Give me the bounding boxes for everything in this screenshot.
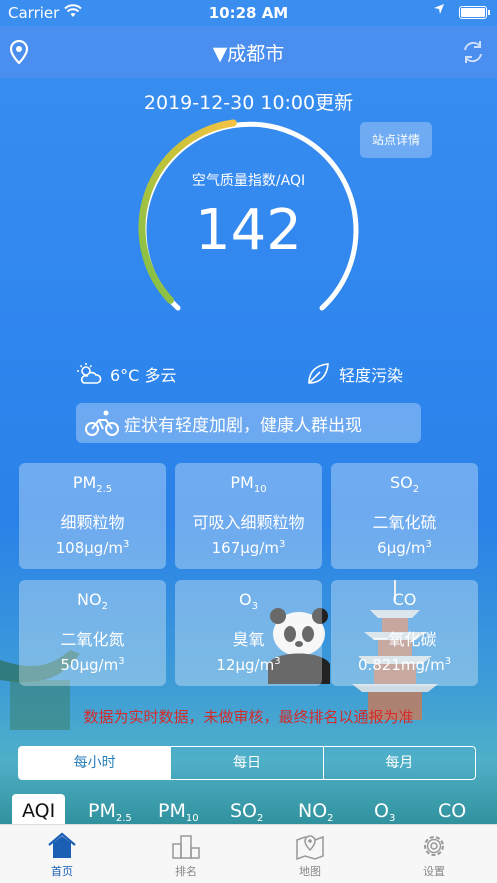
weather-text: 6°C 多云: [110, 366, 177, 385]
segment-daily[interactable]: 每日: [170, 747, 322, 779]
home-icon: [48, 832, 76, 858]
pollutant-symbol: SO: [389, 473, 413, 492]
pollutant-subscript: 2: [101, 601, 108, 612]
pollutant-subscript: 10: [253, 484, 267, 495]
tab-subscript: 2.5: [115, 813, 132, 824]
unit-superscript: 3: [279, 539, 286, 550]
pollutant-value: 108μg/m: [55, 539, 123, 557]
unit-superscript: 3: [444, 656, 452, 667]
tabbar-ranking[interactable]: 排名: [124, 825, 248, 883]
tabbar-label: 排名: [175, 865, 197, 878]
tabbar-label: 设置: [423, 865, 445, 878]
unit-superscript: 3: [118, 656, 125, 667]
tab-pm25[interactable]: PM2.5: [88, 800, 132, 824]
weather-info: 6°C 多云: [76, 360, 176, 388]
tabbar-settings[interactable]: 设置: [372, 825, 496, 883]
settings-icon: [424, 836, 444, 856]
bottom-tab-bar: 首页 排名 地图 设置: [0, 824, 497, 883]
segment-hourly[interactable]: 每小时: [19, 747, 171, 779]
pollution-level-text: 轻度污染: [339, 366, 404, 385]
tab-pm10[interactable]: PM10: [158, 800, 199, 824]
update-time: 2019-12-30 10:00更新: [143, 92, 354, 114]
tabbar-home[interactable]: 首页: [0, 825, 124, 883]
pollutant-symbol: O: [239, 590, 252, 609]
tab-subscript: 2: [327, 813, 334, 824]
pollutant-value: 50μg/m: [60, 656, 119, 674]
pollutant-name: 一氧化碳: [372, 630, 437, 649]
podium-icon: [172, 835, 200, 859]
station-details-button[interactable]: 站点详情: [360, 122, 432, 158]
pollutant-name: 二氧化氮: [60, 630, 125, 649]
tab-label: SO: [230, 800, 258, 822]
location-arrow-icon: [433, 3, 445, 19]
city-selector[interactable]: ▼成都市: [0, 39, 497, 66]
pollutant-symbol: PM: [72, 473, 97, 492]
pollutant-value: 6μg/m: [377, 539, 426, 557]
pollutant-card-co[interactable]: CO 一氧化碳 0.821mg/m3: [331, 580, 478, 686]
clock: 10:28 AM: [208, 4, 289, 22]
pollutant-value: 0.821mg/m: [357, 656, 445, 674]
tab-label: PM: [88, 800, 116, 822]
tab-so2[interactable]: SO2: [230, 800, 263, 824]
pollutant-name: 细颗粒物: [60, 513, 125, 532]
pollutant-subscript: 2: [412, 484, 420, 495]
tabbar-label: 首页: [51, 865, 73, 878]
pollutant-card-so2[interactable]: SO2 二氧化硫 6μg/m3: [331, 463, 478, 569]
tab-label: AQI: [22, 800, 56, 822]
refresh-icon[interactable]: [459, 38, 487, 66]
time-range-segmented-control: 每小时 每日 每月: [18, 746, 476, 780]
tab-subscript: 10: [185, 813, 199, 824]
pollutant-card-pm10[interactable]: PM10 可吸入细颗粒物 167μg/m3: [175, 463, 322, 569]
aqi-value: 142: [195, 198, 302, 263]
unit-superscript: 3: [425, 539, 432, 550]
tab-aqi[interactable]: AQI: [12, 794, 66, 826]
pollutant-card-o3[interactable]: O3 臭氧 12μg/m3: [175, 580, 322, 686]
unit-superscript: 3: [123, 539, 130, 550]
data-disclaimer: 数据为实时数据，未做审核，最终排名以通报为准: [83, 708, 414, 726]
tab-co[interactable]: CO: [438, 800, 466, 822]
tab-label: NO: [298, 800, 328, 822]
pollutant-name: 二氧化硫: [372, 513, 437, 532]
partly-cloudy-icon: [77, 363, 102, 384]
tab-no2[interactable]: NO2: [298, 800, 334, 824]
tab-subscript: 2: [257, 813, 264, 824]
tab-o3[interactable]: O3: [374, 800, 395, 824]
cyclist-icon: [85, 410, 119, 436]
aqi-label: 空气质量指数/AQI: [191, 173, 306, 189]
segment-monthly[interactable]: 每月: [322, 747, 475, 779]
tab-label: PM: [158, 800, 186, 822]
tab-label: O: [374, 800, 389, 822]
pollutant-card-no2[interactable]: NO2 二氧化氮 50μg/m3: [19, 580, 166, 686]
leaf-icon: [308, 363, 329, 384]
pollutant-subscript: 3: [251, 601, 258, 612]
pollutant-name: 臭氧: [232, 630, 265, 649]
pollution-level: 轻度污染: [305, 360, 403, 388]
pollutant-card-pm25[interactable]: PM2.5 细颗粒物 108μg/m3: [19, 463, 166, 569]
pollutant-name: 可吸入细颗粒物: [192, 513, 305, 532]
pollutant-symbol: NO: [77, 590, 102, 609]
tab-subscript: 3: [388, 813, 396, 824]
pollutant-subscript: 2.5: [96, 484, 113, 495]
map-icon: [296, 835, 324, 860]
health-advice-text: 症状有轻度加剧，健康人群出现: [124, 415, 362, 436]
pollutant-symbol: CO: [392, 590, 417, 609]
tab-label: CO: [438, 800, 467, 822]
health-advice-banner: 症状有轻度加剧，健康人群出现: [76, 403, 421, 443]
tabbar-map[interactable]: 地图: [248, 825, 372, 883]
pollutant-value: 167μg/m: [211, 539, 279, 557]
tabbar-label: 地图: [299, 865, 321, 878]
unit-superscript: 3: [274, 656, 281, 667]
pollutant-value: 12μg/m: [216, 656, 275, 674]
pollutant-symbol: PM: [230, 473, 254, 492]
battery-icon: [459, 6, 490, 19]
nav-bar: ▼成都市: [0, 26, 497, 78]
status-bar: Carrier 10:28 AM: [0, 0, 497, 26]
